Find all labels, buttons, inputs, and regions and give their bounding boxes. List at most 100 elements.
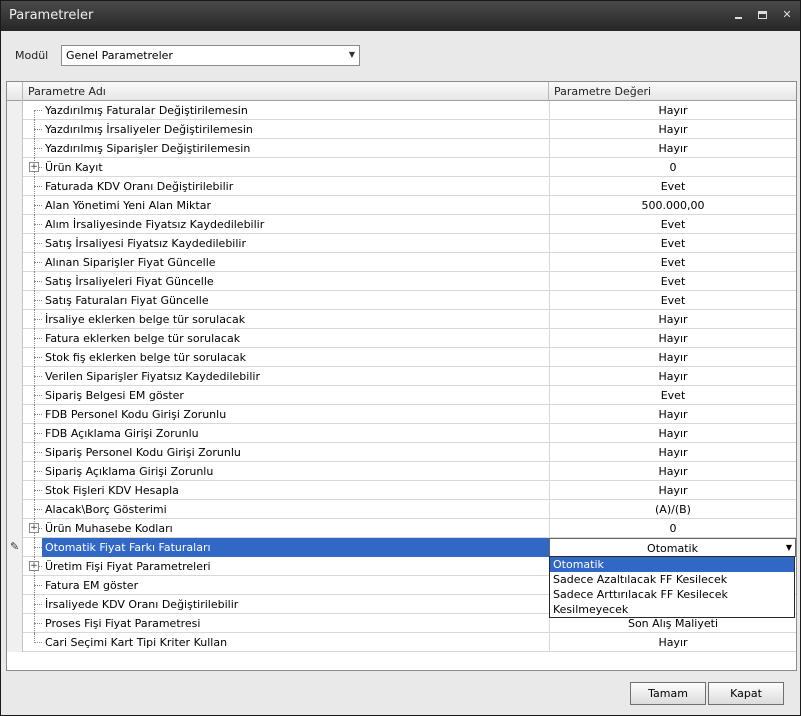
parameter-value[interactable]: Hayır	[549, 101, 796, 120]
parameter-name[interactable]: Satış İrsaliyesi Fiyatsız Kaydedilebilir	[42, 234, 549, 253]
parameter-name[interactable]: Sipariş Personel Kodu Girişi Zorunlu	[42, 443, 549, 462]
table-row[interactable]: İrsaliye eklerken belge tür sorulacak Hay…	[7, 310, 796, 329]
row-indicator[interactable]	[7, 424, 23, 443]
parameter-value[interactable]: Hayır	[549, 367, 796, 386]
row-indicator[interactable]	[7, 196, 23, 215]
modul-select[interactable]: Genel Parametreler ▼	[61, 45, 360, 66]
table-row[interactable]: Alacak\Borç Gösterimi (A)/(B)	[7, 500, 796, 519]
table-row[interactable]: Sipariş Belgesi EM göster Evet	[7, 386, 796, 405]
table-row[interactable]: Stok Fişleri KDV Hesapla Hayır	[7, 481, 796, 500]
row-indicator[interactable]	[7, 557, 23, 576]
parameter-value[interactable]: Hayır	[549, 329, 796, 348]
parameter-name[interactable]: Fatura eklerken belge tür sorulacak	[42, 329, 549, 348]
column-header-value[interactable]: Parametre Değeri	[550, 82, 796, 101]
table-row[interactable]: Yazdırılmış Faturalar Değiştirilemesin Ha…	[7, 101, 796, 120]
row-indicator[interactable]	[7, 234, 23, 253]
parameter-value[interactable]: 0	[549, 519, 796, 538]
row-indicator[interactable]	[7, 633, 23, 652]
parameter-value[interactable]: (A)/(B)	[549, 500, 796, 519]
row-indicator[interactable]	[7, 101, 23, 120]
row-indicator[interactable]	[7, 519, 23, 538]
row-indicator[interactable]	[7, 614, 23, 633]
maximize-button[interactable]	[755, 7, 771, 23]
plus-icon[interactable]: +	[29, 523, 39, 533]
dropdown-option[interactable]: Sadece Arttırılacak FF Kesilecek	[550, 587, 794, 602]
parameter-value[interactable]: Hayır	[549, 139, 796, 158]
row-indicator[interactable]	[7, 177, 23, 196]
table-row[interactable]: Alım İrsaliyesinde Fiyatsız Kaydedilebil…	[7, 215, 796, 234]
table-row[interactable]: + Ürün Muhasebe Kodları 0	[7, 519, 796, 538]
row-indicator[interactable]	[7, 367, 23, 386]
table-row[interactable]: ✎ Otomatik Fiyat Farkı Faturaları Otomatik…	[7, 538, 796, 557]
parameter-name[interactable]: Faturada KDV Oranı Değiştirilebilir	[42, 177, 549, 196]
parameter-value[interactable]: Hayır	[549, 424, 796, 443]
parameter-name[interactable]: İrsaliyede KDV Oranı Değiştirilebilir	[42, 595, 549, 614]
parameter-name[interactable]: Fatura EM göster	[42, 576, 549, 595]
row-indicator[interactable]	[7, 215, 23, 234]
dropdown-option[interactable]: Otomatik	[550, 557, 794, 572]
parameter-name[interactable]: Alım İrsaliyesinde Fiyatsız Kaydedilebil…	[42, 215, 549, 234]
table-row[interactable]: Verilen Siparişler Fiyatsız Kaydedilebil…	[7, 367, 796, 386]
table-row[interactable]: Stok fiş eklerken belge tür sorulacak Hay…	[7, 348, 796, 367]
table-row[interactable]: Satış İrsaliyesi Fiyatsız Kaydedilebilir…	[7, 234, 796, 253]
row-indicator[interactable]	[7, 310, 23, 329]
table-row[interactable]: Satış İrsaliyeleri Fiyat Güncelle Evet	[7, 272, 796, 291]
table-row[interactable]: Fatura eklerken belge tür sorulacak Hayır	[7, 329, 796, 348]
row-indicator[interactable]	[7, 405, 23, 424]
parameter-name[interactable]: Ürün Muhasebe Kodları	[42, 519, 549, 538]
table-row[interactable]: + Ürün Kayıt 0	[7, 158, 796, 177]
parameter-name[interactable]: Satış Faturaları Fiyat Güncelle	[42, 291, 549, 310]
parameter-value[interactable]: Evet	[549, 177, 796, 196]
parameter-name[interactable]: Otomatik Fiyat Farkı Faturaları	[42, 538, 549, 557]
column-header-name[interactable]: Parametre Adı	[24, 82, 549, 101]
parameter-value[interactable]: Hayır	[549, 462, 796, 481]
parameter-name[interactable]: FDB Açıklama Girişi Zorunlu	[42, 424, 549, 443]
row-indicator[interactable]	[7, 386, 23, 405]
row-indicator[interactable]	[7, 272, 23, 291]
row-indicator[interactable]	[7, 500, 23, 519]
dropdown-option[interactable]: Kesilmeyecek	[550, 602, 794, 617]
parameter-name[interactable]: Alan Yönetimi Yeni Alan Miktar	[42, 196, 549, 215]
row-indicator[interactable]	[7, 253, 23, 272]
parameter-value[interactable]: Evet	[549, 234, 796, 253]
parameter-value[interactable]: Hayır	[549, 348, 796, 367]
dropdown-option[interactable]: Sadece Azaltılacak FF Kesilecek	[550, 572, 794, 587]
table-row[interactable]: Sipariş Personel Kodu Girişi Zorunlu Hayı…	[7, 443, 796, 462]
table-row[interactable]: Cari Seçimi Kart Tipi Kriter Kullan Hayır	[7, 633, 796, 652]
parameter-value-select[interactable]: Otomatik ▼	[549, 538, 796, 557]
table-row[interactable]: Satış Faturaları Fiyat Güncelle Evet	[7, 291, 796, 310]
table-row[interactable]: Yazdırılmış Siparişler Değiştirilemesin H…	[7, 139, 796, 158]
row-indicator[interactable]	[7, 158, 23, 177]
row-indicator[interactable]	[7, 443, 23, 462]
parameter-value[interactable]: Hayır	[549, 120, 796, 139]
row-indicator[interactable]	[7, 576, 23, 595]
parameter-name[interactable]: Yazdırılmış Siparişler Değiştirilemesin	[42, 139, 549, 158]
parameter-value[interactable]: Hayır	[549, 310, 796, 329]
ok-button[interactable]: Tamam	[630, 682, 706, 705]
row-indicator[interactable]	[7, 291, 23, 310]
plus-icon[interactable]: +	[29, 162, 39, 172]
table-row[interactable]: Faturada KDV Oranı Değiştirilebilir Evet	[7, 177, 796, 196]
table-row[interactable]: Yazdırılmış İrsaliyeler Değiştirilemesin…	[7, 120, 796, 139]
parameter-name[interactable]: Üretim Fişi Fiyat Parametreleri	[42, 557, 549, 576]
table-row[interactable]: Sipariş Açıklama Girişi Zorunlu Hayır	[7, 462, 796, 481]
parameter-name[interactable]: Alınan Siparişler Fiyat Güncelle	[42, 253, 549, 272]
row-indicator[interactable]	[7, 462, 23, 481]
parameter-name[interactable]: Yazdırılmış İrsaliyeler Değiştirilemesin	[42, 120, 549, 139]
table-row[interactable]: Alınan Siparişler Fiyat Güncelle Evet	[7, 253, 796, 272]
parameter-name[interactable]: Proses Fişi Fiyat Parametresi	[42, 614, 549, 633]
parameter-name[interactable]: Stok Fişleri KDV Hesapla	[42, 481, 549, 500]
row-indicator[interactable]	[7, 139, 23, 158]
parameter-value[interactable]: 500.000,00	[549, 196, 796, 215]
minimize-button[interactable]	[731, 7, 747, 23]
parameter-value[interactable]: Hayır	[549, 633, 796, 652]
row-indicator[interactable]	[7, 329, 23, 348]
parameter-name[interactable]: FDB Personel Kodu Girişi Zorunlu	[42, 405, 549, 424]
plus-icon[interactable]: +	[29, 561, 39, 571]
parameter-name[interactable]: Verilen Siparişler Fiyatsız Kaydedilebil…	[42, 367, 549, 386]
parameter-name[interactable]: Alacak\Borç Gösterimi	[42, 500, 549, 519]
parameter-value[interactable]: Hayır	[549, 443, 796, 462]
row-indicator[interactable]	[7, 481, 23, 500]
parameter-value[interactable]: Evet	[549, 291, 796, 310]
parameter-value[interactable]: Evet	[549, 215, 796, 234]
